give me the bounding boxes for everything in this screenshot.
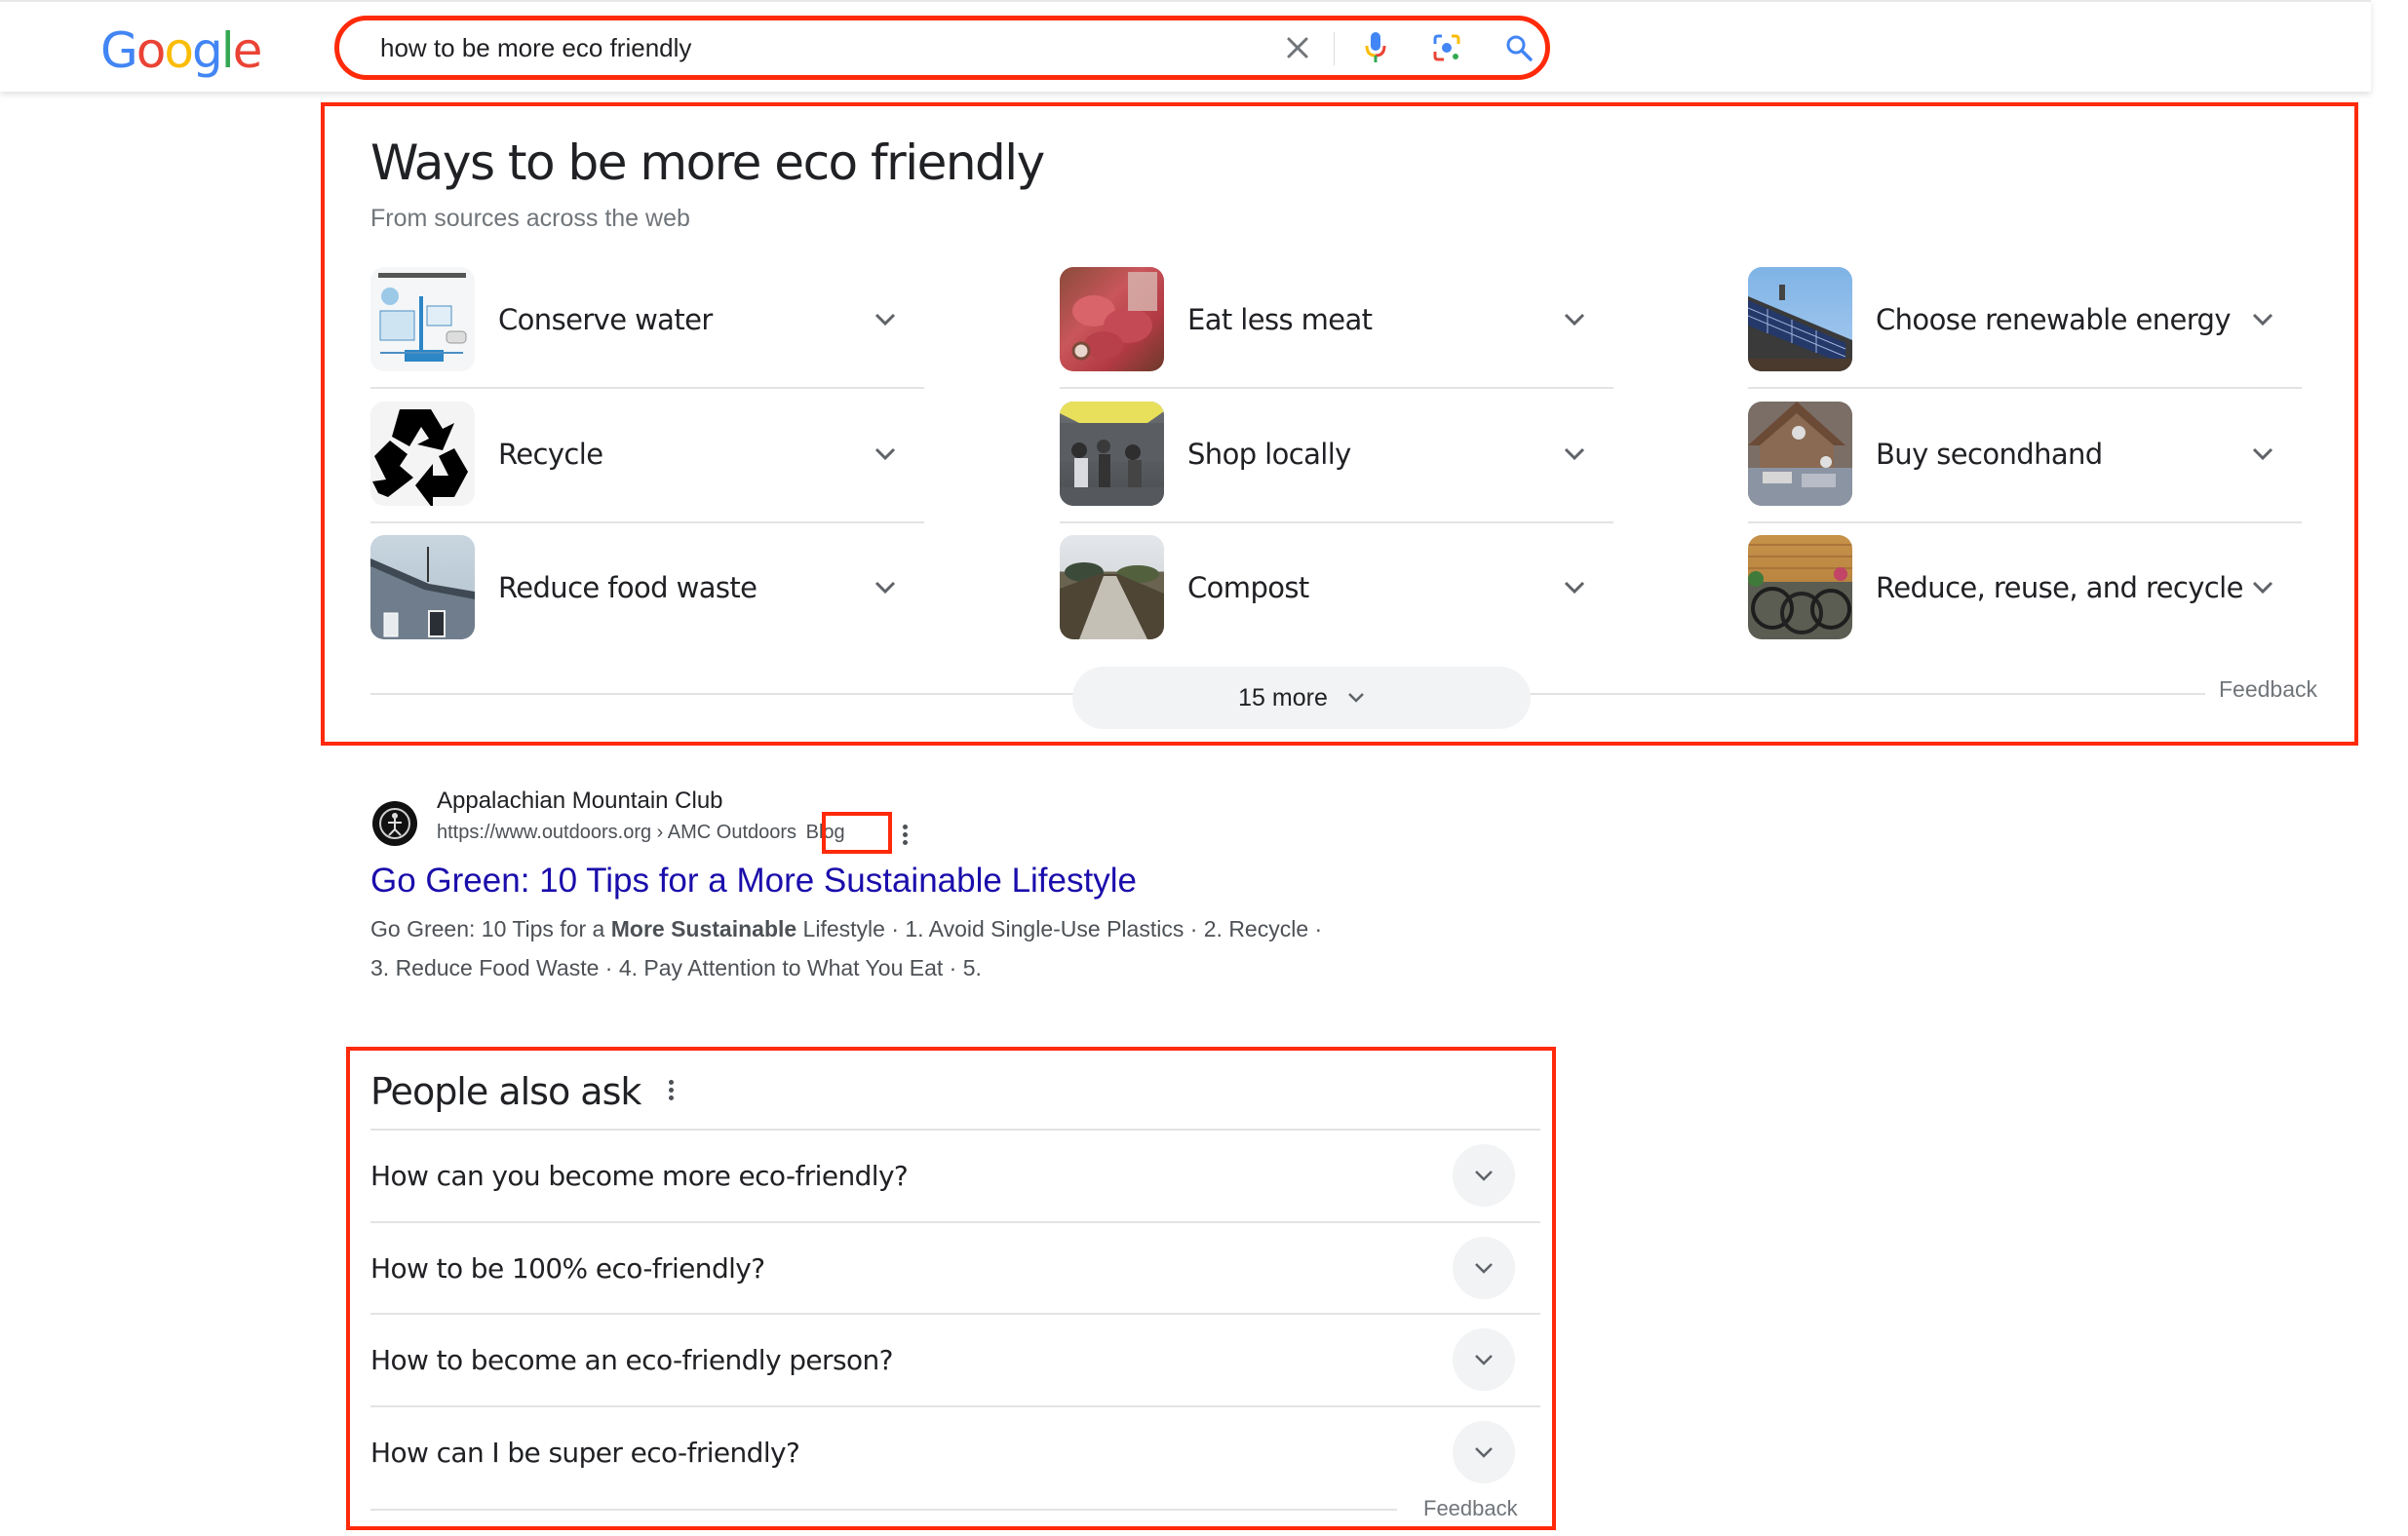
ways-item-reduce-reuse-recycle[interactable]: Reduce, reuse, and recycle	[1748, 535, 2302, 639]
result-snippet-line-1: Go Green: 10 Tips for a More Sustainable…	[370, 916, 1322, 942]
ways-card-title: Ways to be more eco friendly	[370, 134, 1045, 191]
row-divider	[1060, 521, 1613, 523]
chevron-down-icon	[1347, 693, 1364, 703]
paa-question-text: How to be 100% eco-friendly?	[370, 1251, 765, 1285]
paa-question[interactable]: How to become an eco-friendly person?	[370, 1314, 1540, 1405]
raw-meat-thumbnail	[1060, 267, 1164, 371]
google-lens-icon[interactable]	[1429, 30, 1464, 65]
result-snippet-line-2: 3. Reduce Food Waste · 4. Pay Attention …	[370, 955, 982, 980]
chevron-down-icon[interactable]	[1555, 568, 1594, 607]
chevron-down-icon[interactable]	[1453, 1328, 1515, 1391]
paa-more-options-icon[interactable]	[661, 1076, 680, 1103]
logo-letter: l	[220, 22, 235, 79]
search-box[interactable]: how to be more eco friendly	[334, 16, 1550, 80]
chevron-down-icon[interactable]	[1453, 1421, 1515, 1483]
logo-letter: e	[232, 22, 263, 79]
row-divider	[370, 387, 924, 389]
chevron-down-icon[interactable]	[1555, 435, 1594, 474]
top-bar: Google how to be more eco friendly	[0, 0, 2371, 92]
ways-item-label: Reduce, reuse, and recycle	[1876, 570, 2243, 604]
logo-letter: G	[100, 22, 138, 79]
bicycles-thumbnail	[1748, 535, 1852, 639]
paa-question-text: How can I be super eco-friendly?	[370, 1436, 800, 1469]
ways-item-choose-renewable-energy[interactable]: Choose renewable energy	[1748, 267, 2302, 371]
paa-title: People also ask	[370, 1070, 641, 1113]
row-divider	[1748, 387, 2302, 389]
paa-question-text: How to become an eco-friendly person?	[370, 1343, 893, 1376]
ways-item-label: Conserve water	[498, 302, 713, 336]
paa-question[interactable]: How can you become more eco-friendly?	[370, 1130, 1540, 1221]
chevron-down-icon[interactable]	[2243, 300, 2282, 339]
chevron-down-icon[interactable]	[866, 435, 905, 474]
show-more-label: 15 more	[1238, 683, 1328, 711]
ways-feedback-link[interactable]: Feedback	[2205, 676, 2318, 703]
clear-icon[interactable]	[1280, 30, 1315, 65]
search-icon[interactable]	[1501, 30, 1536, 65]
ways-item-label: Compost	[1187, 570, 1309, 604]
row-divider	[1060, 387, 1613, 389]
ways-item-eat-less-meat[interactable]: Eat less meat	[1060, 267, 1613, 371]
site-url[interactable]: https://www.outdoors.org › AMC Outdoors …	[437, 822, 845, 844]
chevron-down-icon[interactable]	[866, 300, 905, 339]
ways-item-compost[interactable]: Compost	[1060, 535, 1613, 639]
logo-letter: g	[191, 22, 223, 79]
site-name[interactable]: Appalachian Mountain Club	[437, 787, 723, 815]
ways-item-label: Shop locally	[1187, 437, 1351, 471]
chevron-down-icon[interactable]	[866, 568, 905, 607]
paa-bottom-divider	[370, 1509, 1397, 1511]
recycle-symbol-thumbnail	[370, 402, 475, 506]
ways-item-reduce-food-waste[interactable]: Reduce food waste	[370, 535, 924, 639]
row-divider	[370, 521, 924, 523]
chevron-down-icon[interactable]	[2243, 568, 2282, 607]
search-separator	[1334, 32, 1335, 65]
site-url-path: https://www.outdoors.org › AMC Outdoors	[437, 822, 797, 843]
result-more-options-icon[interactable]	[895, 821, 914, 848]
show-more-button[interactable]: 15 more	[1072, 667, 1531, 729]
solar-panels-thumbnail	[1748, 267, 1852, 371]
yard-sale-thumbnail	[1748, 402, 1852, 506]
rainwater-harvesting-thumbnail	[370, 267, 475, 371]
search-input[interactable]: how to be more eco friendly	[380, 33, 691, 63]
farmers-market-thumbnail	[1060, 402, 1164, 506]
site-url-tag: Blog	[805, 822, 845, 843]
logo-letter: o	[136, 22, 167, 79]
shingled-house-thumbnail	[370, 535, 475, 639]
logo-letter: o	[164, 22, 194, 79]
ways-item-conserve-water[interactable]: Conserve water	[370, 267, 924, 371]
result-title-link[interactable]: Go Green: 10 Tips for a More Sustainable…	[370, 862, 1137, 901]
ways-item-shop-locally[interactable]: Shop locally	[1060, 402, 1613, 506]
chevron-down-icon[interactable]	[2243, 435, 2282, 474]
ways-item-label: Buy secondhand	[1876, 437, 2103, 471]
snippet-bold: More Sustainable	[610, 916, 797, 941]
snippet-text: Go Green: 10 Tips for a	[370, 916, 611, 941]
chevron-down-icon[interactable]	[1453, 1144, 1515, 1207]
ways-item-label: Eat less meat	[1187, 302, 1373, 336]
chevron-down-icon[interactable]	[1453, 1237, 1515, 1299]
ways-card-subtitle: From sources across the web	[370, 205, 690, 232]
paa-question[interactable]: How can I be super eco-friendly?	[370, 1406, 1540, 1498]
ways-item-label: Recycle	[498, 437, 603, 471]
paa-question[interactable]: How to be 100% eco-friendly?	[370, 1222, 1540, 1314]
compost-path-thumbnail	[1060, 535, 1164, 639]
site-favicon[interactable]	[372, 801, 417, 846]
microphone-icon[interactable]	[1358, 30, 1393, 65]
paa-question-text: How can you become more eco-friendly?	[370, 1159, 909, 1192]
ways-item-label: Reduce food waste	[498, 570, 757, 604]
ways-item-label: Choose renewable energy	[1876, 302, 2232, 336]
row-divider	[1748, 521, 2302, 523]
ways-item-recycle[interactable]: Recycle	[370, 402, 924, 506]
google-logo[interactable]: Google	[100, 21, 263, 80]
chevron-down-icon[interactable]	[1555, 300, 1594, 339]
ways-item-buy-secondhand[interactable]: Buy secondhand	[1748, 402, 2302, 506]
snippet-text: Lifestyle · 1. Avoid Single-Use Plastics…	[796, 916, 1323, 941]
paa-feedback-link[interactable]: Feedback	[1423, 1496, 1518, 1521]
